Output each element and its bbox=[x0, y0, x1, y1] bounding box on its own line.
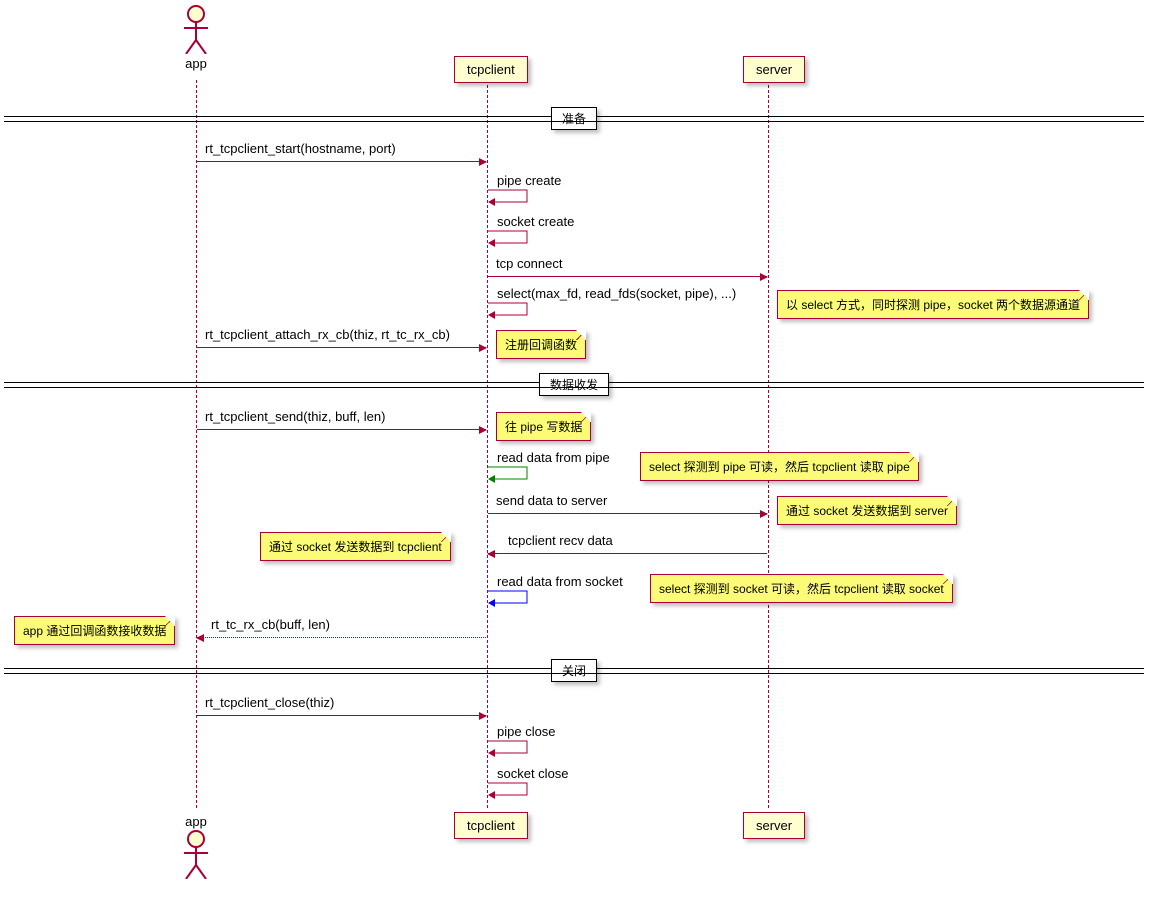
participant-tcpclient-top: tcpclient bbox=[454, 56, 528, 83]
participant-server-top: server bbox=[743, 56, 805, 83]
msg-tcp-connect: tcp connect bbox=[488, 255, 767, 277]
note-attach: 注册回调函数 bbox=[496, 330, 586, 359]
note-cb: app 通过回调函数接收数据 bbox=[14, 616, 175, 645]
note-readsock: select 探测到 socket 可读，然后 tcpclient 读取 soc… bbox=[650, 574, 953, 603]
divider-prepare-label: 准备 bbox=[551, 107, 597, 130]
actor-app-bottom: app bbox=[176, 812, 216, 879]
stick-figure-icon bbox=[176, 829, 216, 879]
note-recv: 通过 socket 发送数据到 tcpclient bbox=[260, 532, 451, 561]
note-send: 往 pipe 写数据 bbox=[496, 412, 591, 441]
msg-rx-callback: rt_tc_rx_cb(buff, len) bbox=[197, 616, 486, 638]
note-readpipe: select 探测到 pipe 可读，然后 tcpclient 读取 pipe bbox=[640, 452, 919, 481]
actor-app-top: app bbox=[176, 4, 216, 71]
divider-prepare: 准备 bbox=[4, 108, 1144, 130]
actor-app-bottom-label: app bbox=[176, 814, 216, 829]
msg-attach-rx-cb: rt_tcpclient_attach_rx_cb(thiz, rt_tc_rx… bbox=[197, 326, 486, 348]
sequence-diagram: app tcpclient server 准备 rt_tcpclient_sta… bbox=[0, 0, 1152, 899]
msg-rt-tcpclient-close: rt_tcpclient_close(thiz) bbox=[197, 694, 486, 716]
divider-data-label: 数据收发 bbox=[539, 373, 609, 396]
msg-send-data-server: send data to server bbox=[488, 492, 767, 514]
note-select: 以 select 方式，同时探测 pipe，socket 两个数据源通道 bbox=[777, 290, 1089, 319]
participant-tcpclient-bottom: tcpclient bbox=[454, 812, 528, 839]
note-sendserver: 通过 socket 发送数据到 server bbox=[777, 496, 957, 525]
divider-close-label: 关闭 bbox=[551, 659, 597, 682]
divider-close: 关闭 bbox=[4, 660, 1144, 682]
msg-tcpclient-recv: tcpclient recv data bbox=[488, 532, 767, 554]
lifeline-server bbox=[768, 80, 769, 808]
participant-server-bottom: server bbox=[743, 812, 805, 839]
stick-figure-icon bbox=[176, 4, 216, 54]
actor-app-label: app bbox=[176, 56, 216, 71]
divider-data: 数据收发 bbox=[4, 374, 1144, 396]
msg-rt-tcpclient-start: rt_tcpclient_start(hostname, port) bbox=[197, 140, 486, 162]
msg-rt-tcpclient-send: rt_tcpclient_send(thiz, buff, len) bbox=[197, 408, 486, 430]
